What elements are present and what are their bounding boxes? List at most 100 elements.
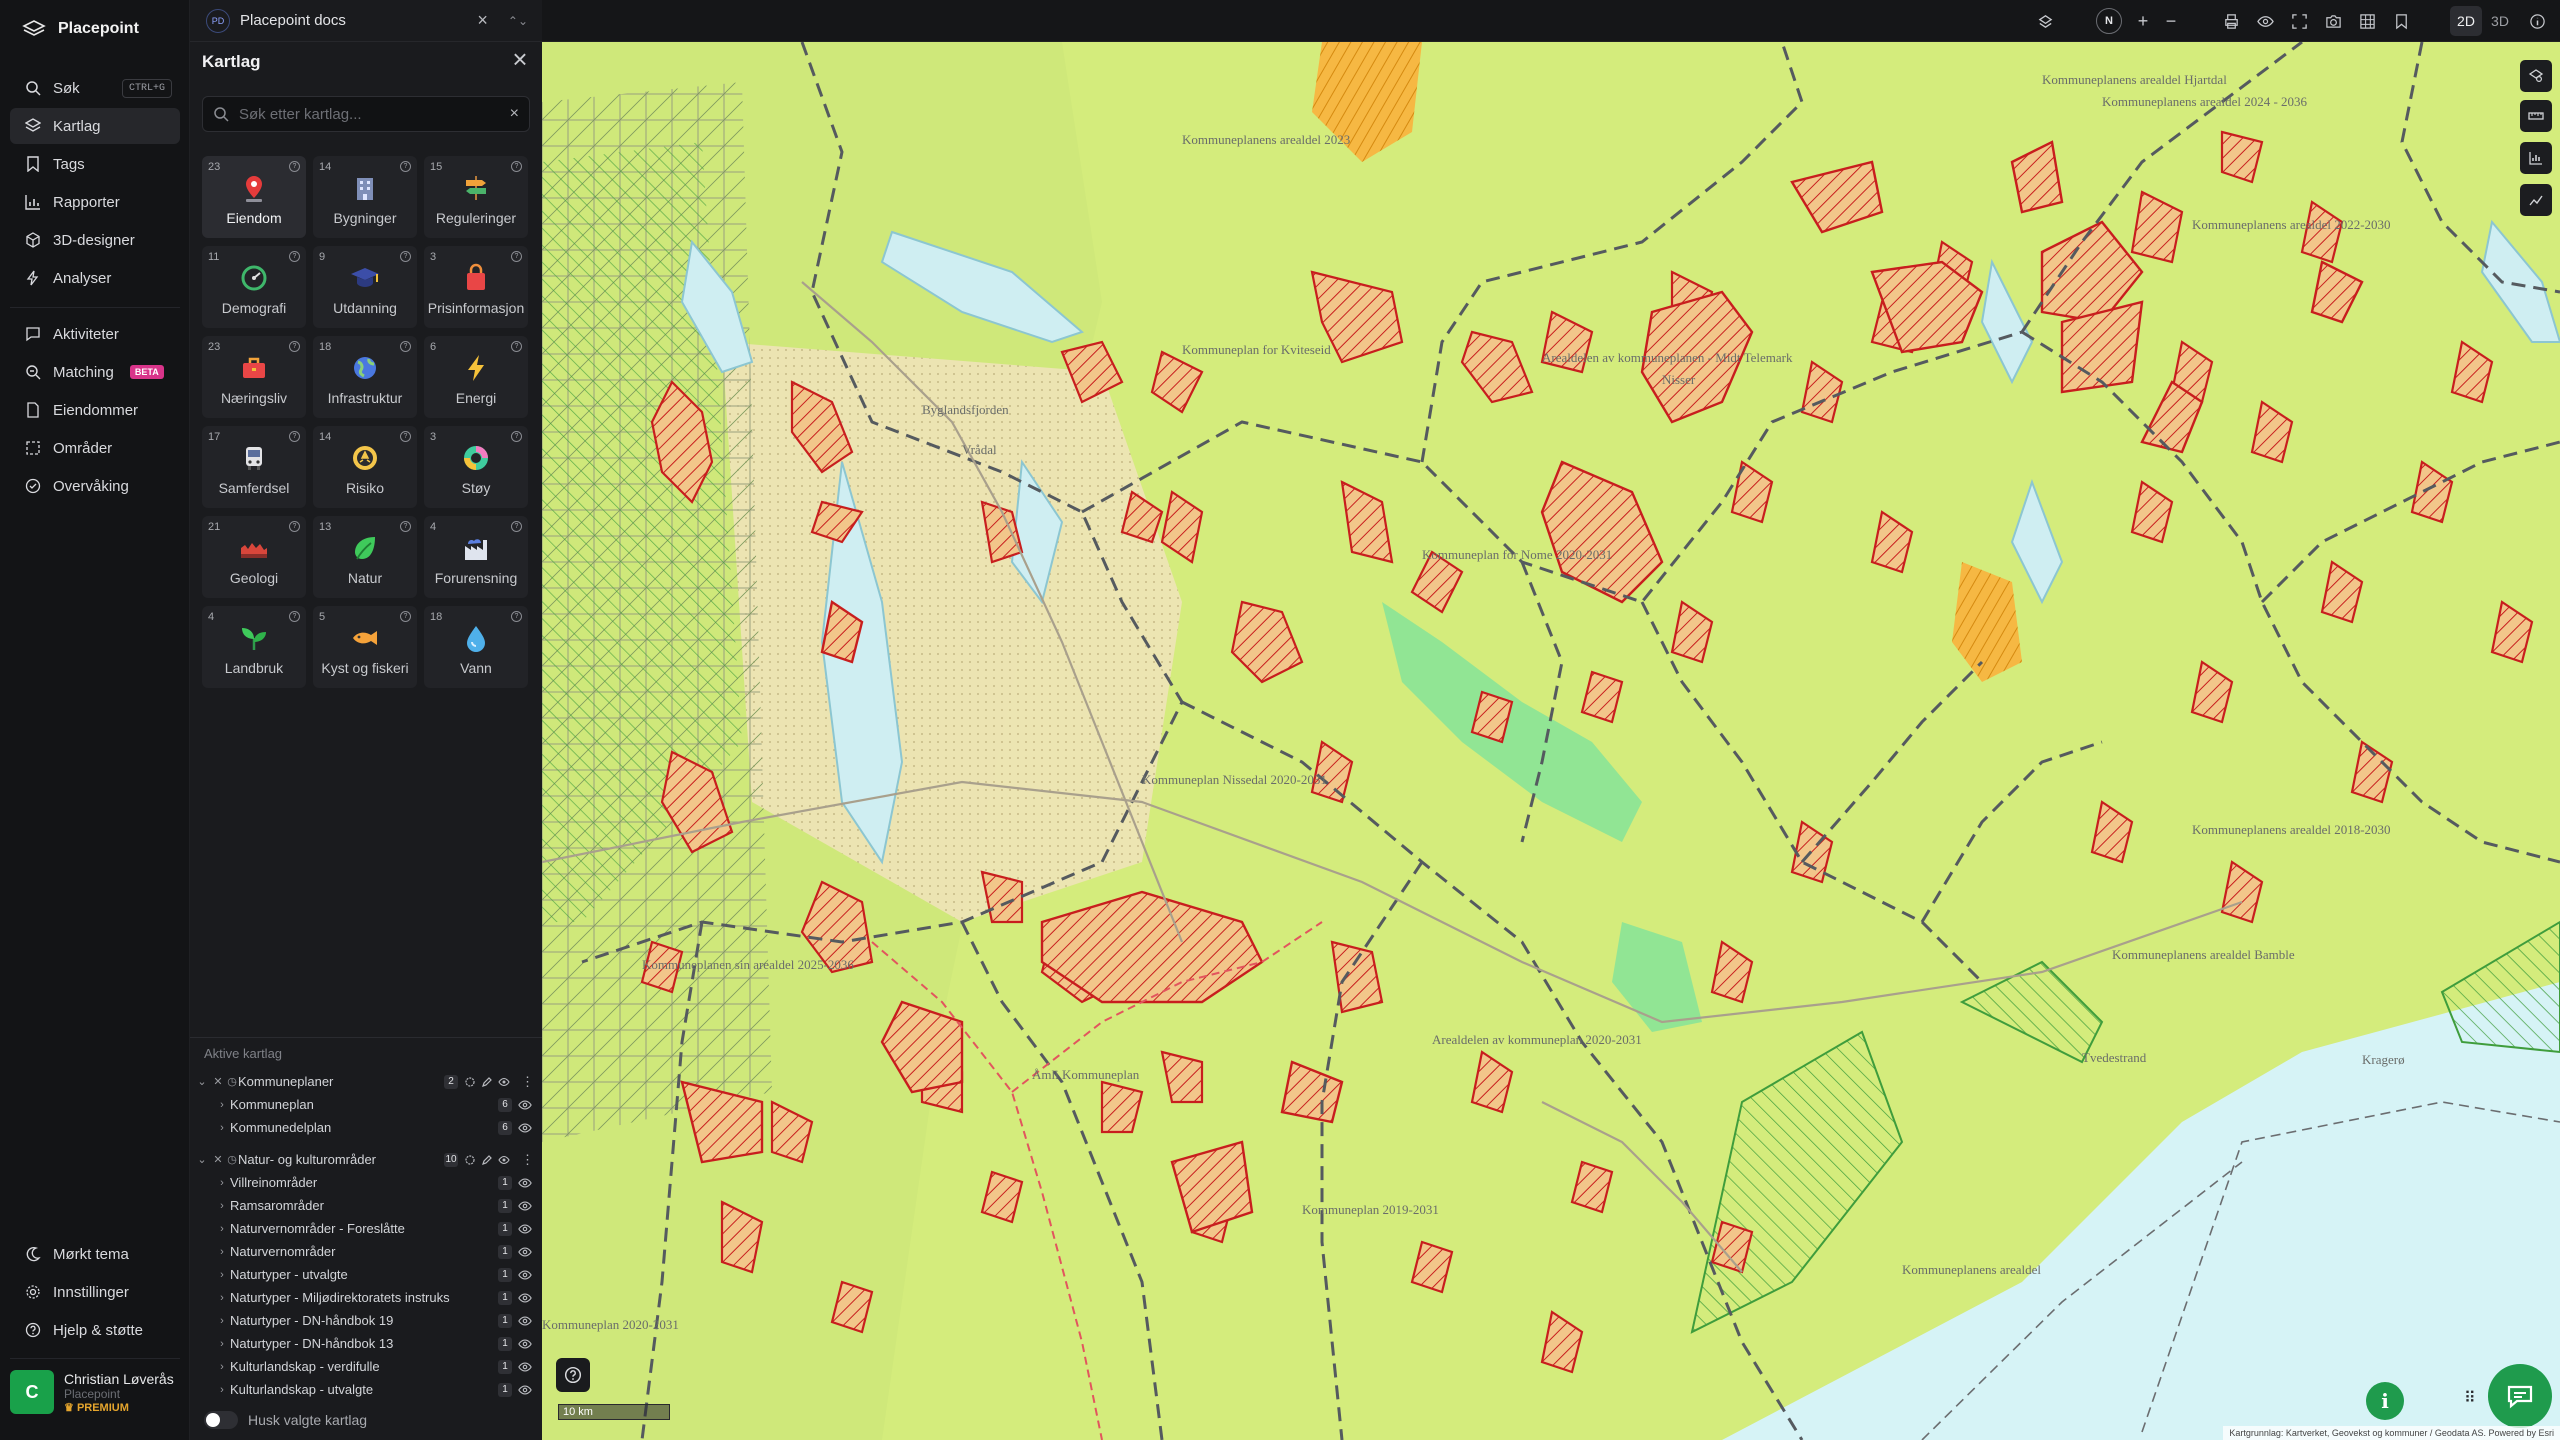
info-icon[interactable]: ? (400, 251, 411, 262)
category-tile[interactable]: 15? Reguleringer (424, 156, 528, 238)
chevron-right-icon[interactable]: › (214, 1338, 230, 1350)
layer-row[interactable]: › Naturvernområder - Foreslåtte 1 (190, 1217, 542, 1240)
layer-tool-button[interactable] (2520, 60, 2552, 92)
info-icon[interactable]: ? (400, 611, 411, 622)
info-icon[interactable]: ? (289, 251, 300, 262)
settings-icon[interactable] (464, 1154, 476, 1166)
view-3d-button[interactable]: 3D (2484, 6, 2516, 36)
chevron-right-icon[interactable]: › (214, 1200, 230, 1212)
eye-icon[interactable] (518, 1245, 532, 1259)
screenshot-button[interactable] (2320, 8, 2346, 34)
chevron-right-icon[interactable]: › (214, 1122, 230, 1134)
category-tile[interactable]: 18? Vann (424, 606, 528, 688)
brand[interactable]: Placepoint (22, 20, 139, 38)
nav-item-map-layers[interactable]: Kartlag (10, 108, 180, 144)
info-icon[interactable]: ? (400, 431, 411, 442)
eye-icon[interactable] (498, 1076, 510, 1088)
info-icon[interactable]: ? (289, 431, 300, 442)
category-tile[interactable]: 17? Samferdsel (202, 426, 306, 508)
category-tile[interactable]: 23? Eiendom (202, 156, 306, 238)
category-tile[interactable]: 3? Prisinformasjon (424, 246, 528, 328)
nav-item-monitoring[interactable]: Overvåking (10, 468, 180, 504)
remember-layers-toggle-row[interactable]: Husk valgte kartlag (204, 1411, 367, 1429)
category-tile[interactable]: 21? Geologi (202, 516, 306, 598)
nav-item-properties[interactable]: Eiendommer (10, 392, 180, 428)
layer-row[interactable]: › Naturvernområder 1 (190, 1240, 542, 1263)
chevron-right-icon[interactable]: › (214, 1315, 230, 1327)
eye-icon[interactable] (518, 1222, 532, 1236)
category-tile[interactable]: 6? Energi (424, 336, 528, 418)
eye-icon[interactable] (518, 1199, 532, 1213)
category-tile[interactable]: 18? Infrastruktur (313, 336, 417, 418)
more-vertical-icon[interactable]: ⋮ (521, 1152, 534, 1168)
layer-row[interactable]: › Villreinområder 1 (190, 1171, 542, 1194)
map-canvas[interactable]: Kommuneplanens arealdel Hjartdal Kommunep… (542, 42, 2560, 1440)
info-icon[interactable]: ? (289, 161, 300, 172)
layer-search-input[interactable] (239, 105, 500, 123)
layer-row[interactable]: › Naturtyper - DN-håndbok 13 1 (190, 1332, 542, 1355)
support-chat-button[interactable] (2488, 1364, 2552, 1428)
chevron-down-icon[interactable]: ⌄ (194, 1075, 210, 1088)
category-tile[interactable]: 5? Kyst og fiskeri (313, 606, 417, 688)
zoom-out-button[interactable]: − (2158, 8, 2184, 34)
bookmark-button[interactable] (2388, 8, 2414, 34)
close-panel-icon[interactable]: × (508, 46, 532, 72)
nav-item-activities[interactable]: Aktiviteter (10, 316, 180, 352)
layer-group-row[interactable]: ⌄ ✕ ◷ Kommuneplaner 2 ⋮ (190, 1070, 542, 1093)
layer-row[interactable]: › Naturtyper - utvalgte 1 (190, 1263, 542, 1286)
visibility-button[interactable] (2252, 8, 2278, 34)
chevron-right-icon[interactable]: › (214, 1099, 230, 1111)
category-tile[interactable]: 4? Landbruk (202, 606, 306, 688)
category-tile[interactable]: 13? Natur (313, 516, 417, 598)
chevron-right-icon[interactable]: › (214, 1246, 230, 1258)
layer-row[interactable]: › Naturtyper - Miljødirektoratets instruk… (190, 1286, 542, 1309)
close-tab-icon[interactable]: × (477, 10, 488, 31)
info-icon[interactable]: ? (511, 161, 522, 172)
nav-item-matching[interactable]: Matching BETA (10, 354, 180, 390)
info-icon[interactable]: ? (289, 341, 300, 352)
info-icon[interactable]: ? (511, 431, 522, 442)
info-icon[interactable]: ? (289, 521, 300, 532)
remember-layers-toggle[interactable] (204, 1411, 238, 1429)
eye-icon[interactable] (498, 1154, 510, 1166)
remove-group-icon[interactable]: ✕ (210, 1153, 226, 1166)
view-2d-button[interactable]: 2D (2450, 6, 2482, 36)
layer-row[interactable]: › Kulturlandskap - verdifulle 1 (190, 1355, 542, 1378)
nav-item-settings[interactable]: Innstillinger (10, 1274, 180, 1310)
chevron-right-icon[interactable]: › (214, 1292, 230, 1304)
edit-pencil-icon[interactable] (481, 1076, 493, 1088)
workspace-tab[interactable]: PD Placepoint docs × ⌃⌄ (190, 0, 542, 42)
eye-icon[interactable] (518, 1383, 532, 1397)
info-toolbar-button[interactable] (2524, 8, 2550, 34)
chevron-right-icon[interactable]: › (214, 1269, 230, 1281)
nav-item-analyses[interactable]: Analyser (10, 260, 180, 296)
user-profile[interactable]: C Christian Løverås Placepoint ♛ PREMIUM (10, 1362, 180, 1422)
category-tile[interactable]: 23? Næringsliv (202, 336, 306, 418)
info-icon[interactable]: ? (400, 161, 411, 172)
print-button[interactable] (2218, 8, 2244, 34)
info-icon[interactable]: ? (400, 521, 411, 532)
layer-row[interactable]: › Kommunedelplan 6 (190, 1116, 542, 1139)
chevron-right-icon[interactable]: › (214, 1384, 230, 1396)
ruler-tool-button[interactable] (2520, 100, 2552, 132)
statistics-tool-button[interactable] (2520, 142, 2552, 174)
nav-item-tags[interactable]: Tags (10, 146, 180, 182)
eye-icon[interactable] (518, 1314, 532, 1328)
fullscreen-button[interactable] (2286, 8, 2312, 34)
category-tile[interactable]: 11? Demografi (202, 246, 306, 328)
nav-item-help[interactable]: Hjelp & støtte (10, 1312, 180, 1348)
map-help-button[interactable] (556, 1358, 590, 1392)
chevron-up-down-icon[interactable]: ⌃⌄ (508, 14, 528, 28)
category-tile[interactable]: 3? Støy (424, 426, 528, 508)
chevron-right-icon[interactable]: › (214, 1223, 230, 1235)
table-view-button[interactable] (2354, 8, 2380, 34)
layer-row[interactable]: › Kulturlandskap - utvalgte 1 (190, 1378, 542, 1401)
drag-handle-icon[interactable]: ⠿ (2464, 1388, 2476, 1408)
info-icon[interactable]: ? (511, 341, 522, 352)
compass-button[interactable]: N (2096, 8, 2122, 34)
info-icon[interactable]: ? (511, 521, 522, 532)
eye-icon[interactable] (518, 1098, 532, 1112)
eye-icon[interactable] (518, 1121, 532, 1135)
eye-icon[interactable] (518, 1360, 532, 1374)
zoom-in-button[interactable]: + (2130, 8, 2156, 34)
